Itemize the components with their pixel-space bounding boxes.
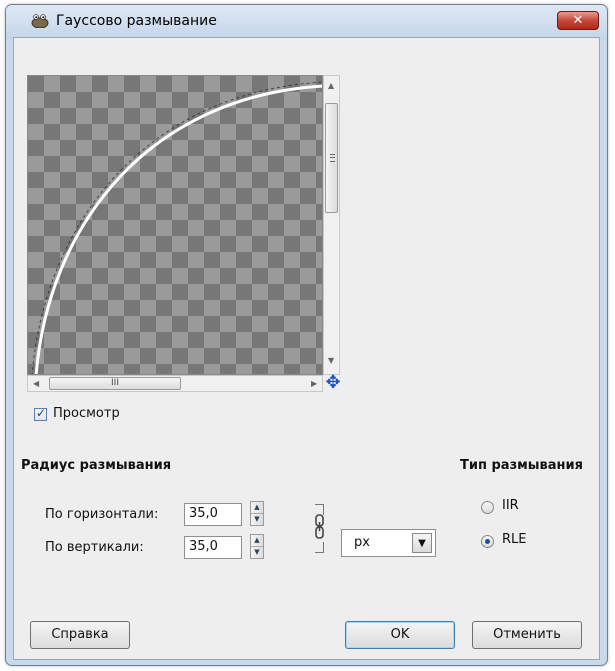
title-bar[interactable]: Гауссово размывание ✕ xyxy=(6,5,607,39)
close-icon: ✕ xyxy=(572,13,584,28)
blur-type-heading: Тип размывания xyxy=(460,458,583,473)
horizontal-radius-input[interactable]: 35,0 xyxy=(184,503,242,526)
preview-vertical-scrollbar[interactable]: ▲ ▼ xyxy=(323,75,340,375)
vertical-radius-spinner[interactable]: ▲ ▼ xyxy=(250,534,264,559)
spin-up-icon[interactable]: ▲ xyxy=(251,535,263,547)
preview-checkbox-label: Просмотр xyxy=(53,406,120,421)
ok-button[interactable]: OK xyxy=(345,621,455,649)
scroll-grip-icon: III xyxy=(111,378,119,388)
chain-link-icon[interactable] xyxy=(314,514,326,540)
horizontal-radius-label: По горизонтали: xyxy=(45,507,159,522)
window-title: Гауссово размывание xyxy=(56,13,217,29)
radio-rle[interactable] xyxy=(481,535,494,548)
scroll-left-icon[interactable]: ◀ xyxy=(33,380,39,388)
scroll-grip-icon xyxy=(330,154,335,162)
dialog-content: ▲ ▼ ◀ III ▶ ✥ ✓ Просмотр Радиус размыван… xyxy=(13,37,600,660)
unit-select-value: px xyxy=(354,535,370,550)
dialog-window: Гауссово размывание ✕ ▲ ▼ ◀ III ▶ ✥ ✓ Пр… xyxy=(5,4,608,666)
chain-bracket-bottom xyxy=(315,542,324,553)
vertical-radius-label: По вертикали: xyxy=(45,540,144,555)
unit-select[interactable]: px ▼ xyxy=(341,529,436,557)
spin-down-icon[interactable]: ▼ xyxy=(251,514,263,525)
scroll-down-icon[interactable]: ▼ xyxy=(328,357,334,365)
preview-blur-curve xyxy=(31,81,322,374)
spin-up-icon[interactable]: ▲ xyxy=(251,502,263,514)
move-icon[interactable]: ✥ xyxy=(324,374,342,392)
preview-checkbox[interactable]: ✓ xyxy=(34,406,47,421)
checkmark-icon: ✓ xyxy=(36,406,47,420)
gimp-wilber-icon xyxy=(31,14,49,28)
horizontal-radius-spinner[interactable]: ▲ ▼ xyxy=(250,501,264,526)
horizontal-scroll-thumb[interactable]: III xyxy=(49,377,181,390)
chevron-down-icon[interactable]: ▼ xyxy=(412,533,432,553)
preview-horizontal-scrollbar[interactable]: ◀ III ▶ xyxy=(27,375,323,392)
spin-down-icon[interactable]: ▼ xyxy=(251,547,263,558)
vertical-scroll-thumb[interactable] xyxy=(325,103,338,213)
close-button[interactable]: ✕ xyxy=(557,11,599,30)
cancel-button[interactable]: Отменить xyxy=(472,621,582,649)
blur-radius-heading: Радиус размывания xyxy=(21,458,172,473)
radio-iir[interactable] xyxy=(481,501,494,514)
scroll-right-icon[interactable]: ▶ xyxy=(311,380,317,388)
scroll-up-icon[interactable]: ▲ xyxy=(328,82,334,90)
vertical-radius-input[interactable]: 35,0 xyxy=(184,536,242,559)
preview-canvas[interactable] xyxy=(27,75,323,375)
radio-iir-label[interactable]: IIR xyxy=(502,498,519,513)
help-button[interactable]: Справка xyxy=(30,621,130,649)
radio-rle-label[interactable]: RLE xyxy=(502,532,527,547)
